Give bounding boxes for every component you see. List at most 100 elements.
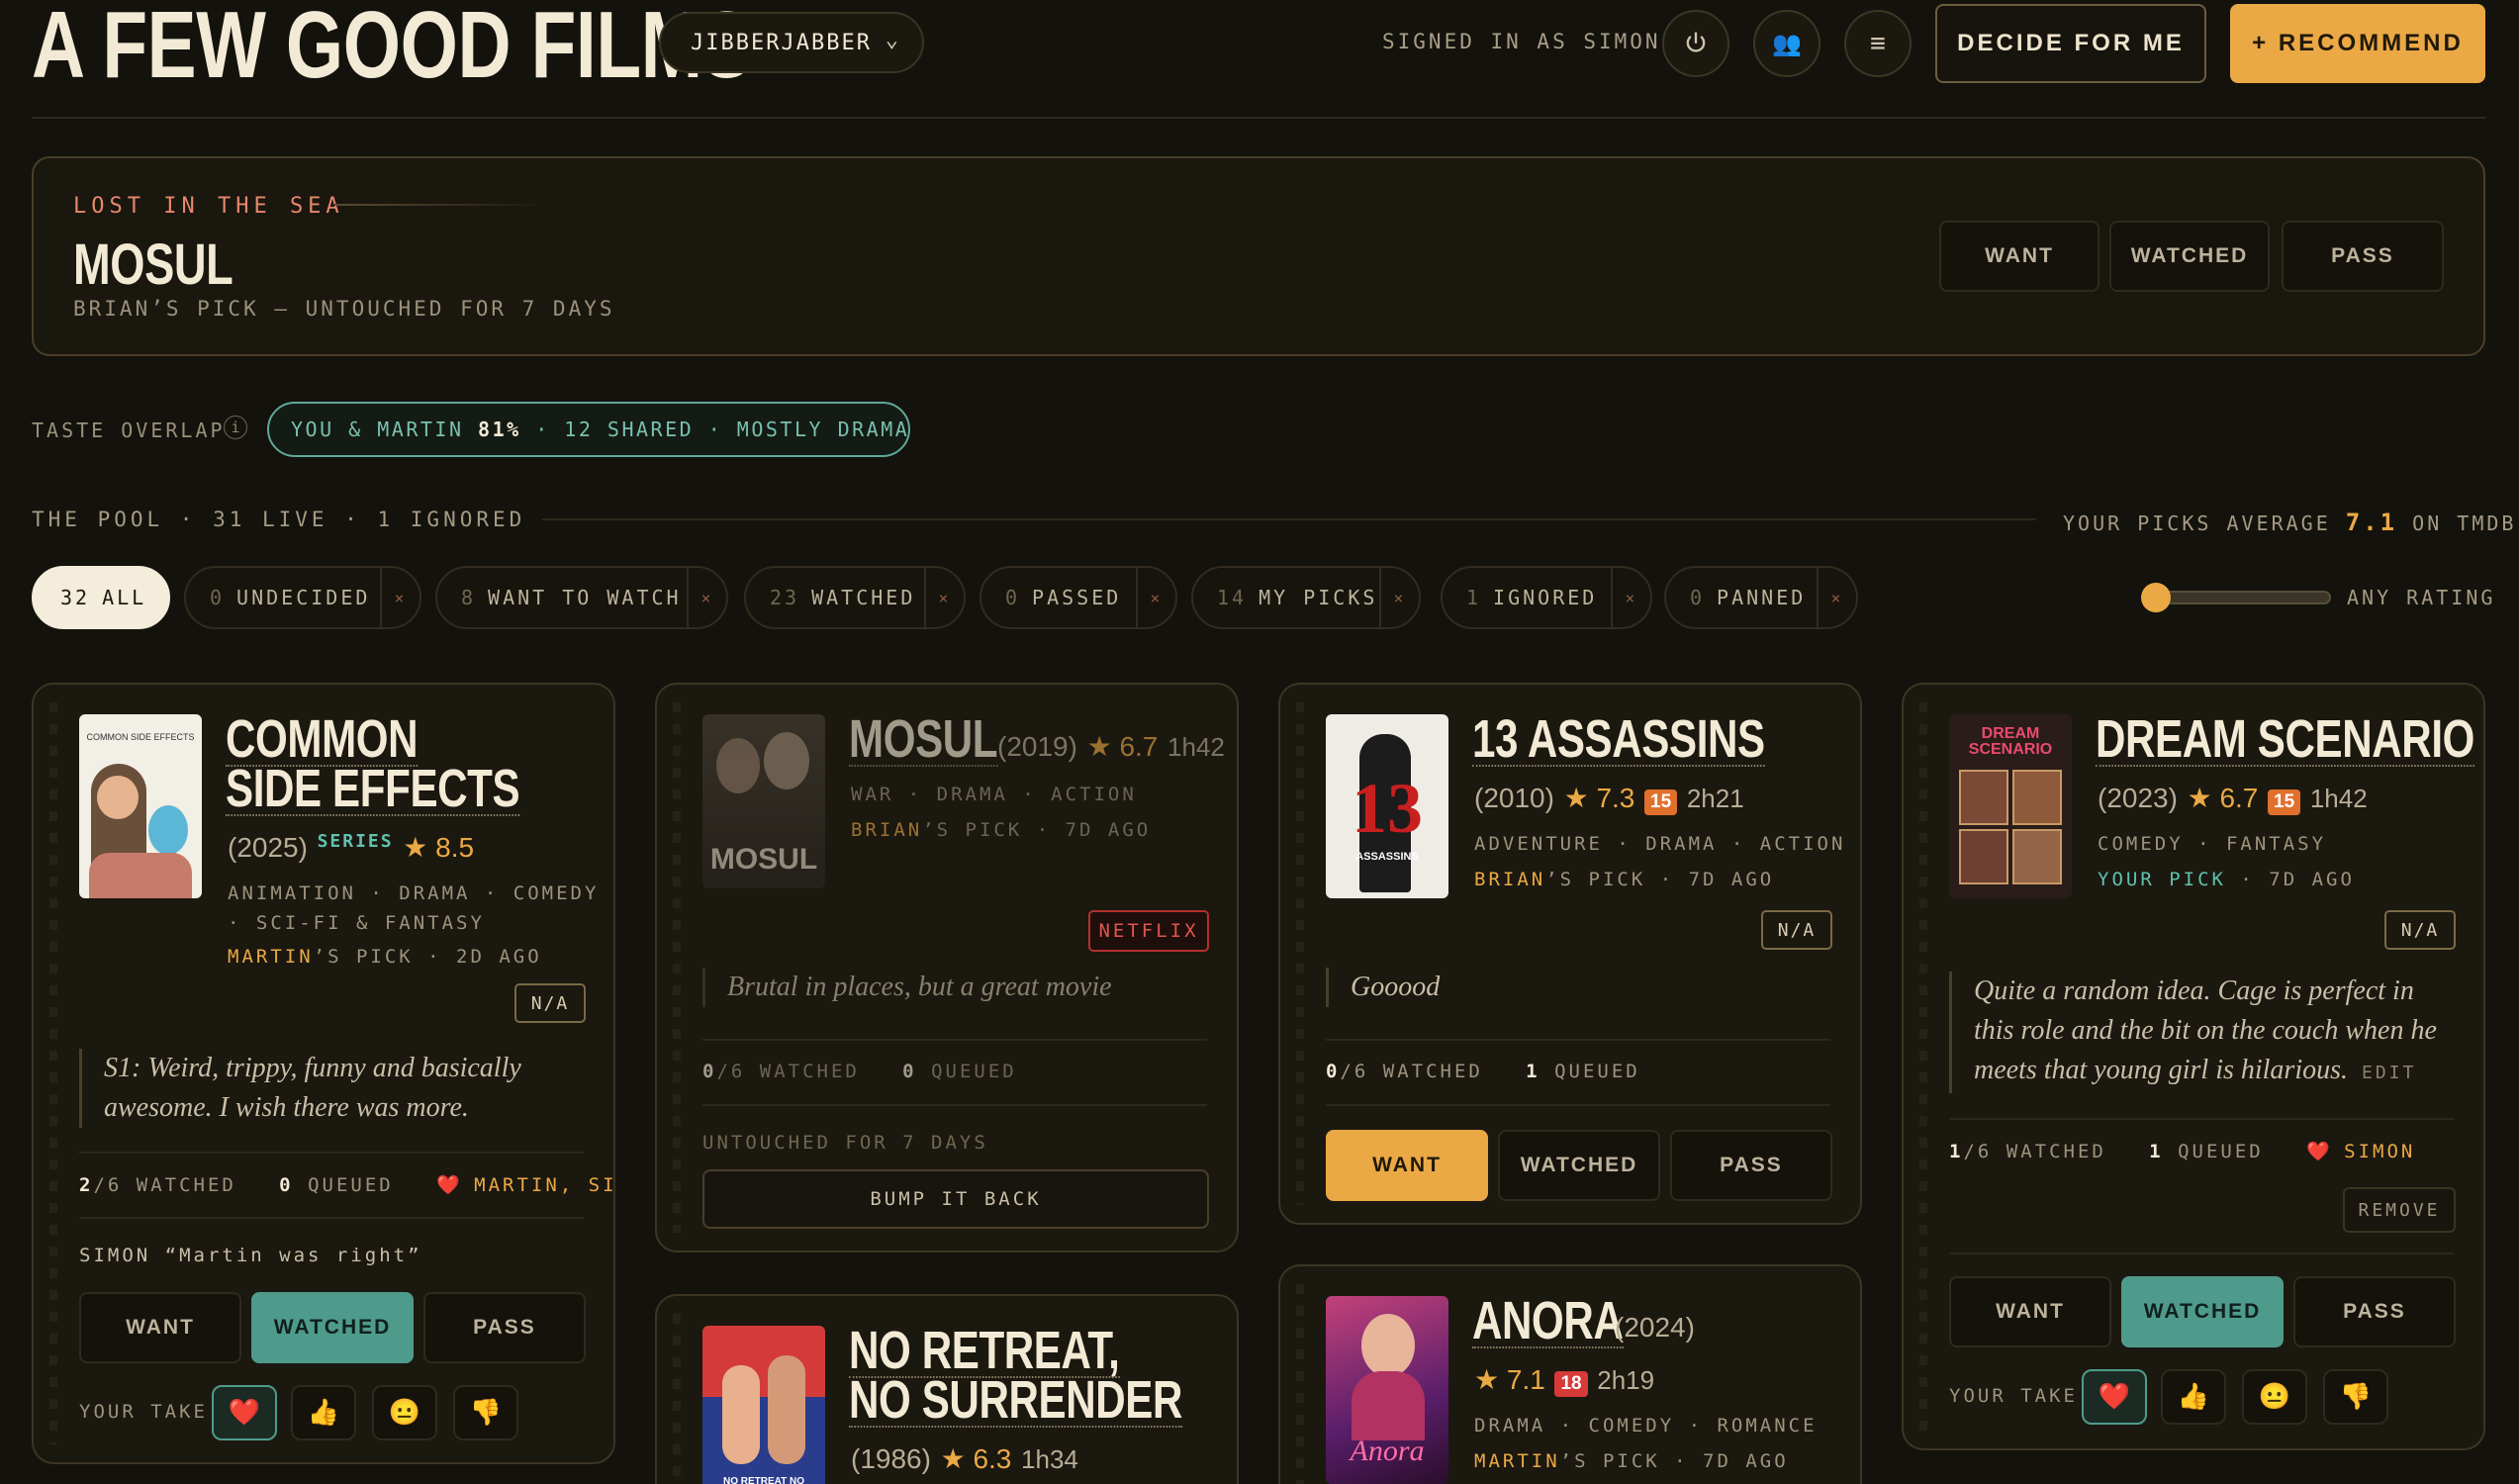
pass-button[interactable]: PASS [1670,1130,1832,1201]
filter-close-icon[interactable]: × [380,568,420,627]
filter-watched[interactable]: 23 WATCHED × [744,566,966,629]
card-meta: (2023) ★ 6.7 15 1h42 [2098,782,2368,815]
picker-rest: ’S PICK · 2D AGO [313,946,542,968]
decide-for-me-button[interactable]: DECIDE FOR ME [1935,4,2206,83]
rating-slider-handle[interactable] [2141,583,2171,612]
queued-count: 1 [1526,1061,1540,1082]
take-like-button[interactable]: 👍 [2161,1369,2226,1425]
age-cert-badge: 18 [1554,1371,1588,1397]
film-card-common-side-effects: COMMON SIDE EFFECTS COMMON SIDE EFFECTS … [32,683,615,1464]
filter-count: 0 [1005,586,1021,609]
queued-count: 0 [902,1061,917,1082]
friends-button[interactable]: 👥 [1753,10,1820,77]
card-title[interactable]: 13 ASSASSINS [1472,712,1765,768]
queued-label: QUEUED [308,1174,394,1196]
filter-passed[interactable]: 0 PASSED × [980,566,1177,629]
card-review: Gooood [1326,968,1820,1007]
card-meta: (2025) SERIES ★ 8.5 [228,831,474,864]
film-card-mosul: MOSUL MOSUL (2019) ★ 6.7 1h42 WAR · DRAM… [655,683,1239,1252]
recommend-button[interactable]: + RECOMMEND [2230,4,2485,83]
bump-it-back-button[interactable]: BUMP IT BACK [702,1169,1209,1229]
avg-value: 7.1 [2345,509,2398,536]
card-title-line2[interactable]: SIDE EFFECTS [226,762,520,817]
pass-button[interactable]: PASS [2293,1276,2456,1347]
filter-all[interactable]: 32 ALL [32,566,170,629]
card-meta: (2010) ★ 7.3 15 2h21 [1474,782,1744,815]
rating-slider-track[interactable] [2145,591,2331,604]
lost-pass-button[interactable]: PASS [2282,221,2444,292]
take-like-button[interactable]: 👍 [291,1385,356,1440]
filter-close-icon[interactable]: × [687,568,726,627]
lovers: MARTIN, SIMON [474,1174,615,1196]
card-title[interactable]: ANORA [1472,1294,1624,1349]
filter-close-icon[interactable]: × [1379,568,1419,627]
filter-ignored[interactable]: 1 IGNORED × [1441,566,1652,629]
filter-close-icon[interactable]: × [1817,568,1856,627]
card-stats: 0/6 WATCHED 0 QUEUED [702,1061,1017,1082]
card-review: Brutal in places, but a great movie [702,968,1197,1007]
card-rating: ★ 6.3 [940,1443,1012,1474]
rating-filter-label: ANY RATING [2347,586,2496,609]
card-genres: COMEDY · FANTASY [2098,833,2327,855]
take-dislike-button[interactable]: 👎 [453,1385,518,1440]
take-meh-button[interactable]: 😐 [372,1385,437,1440]
divider [1326,1039,1830,1041]
watched-button[interactable]: WATCHED [2121,1276,2284,1347]
filter-close-icon[interactable]: × [1136,568,1175,627]
power-button[interactable] [1662,10,1729,77]
film-card-no-retreat: NO RETREAT NO SURRENDER NO RETREAT, NO S… [655,1294,1239,1484]
want-button[interactable]: WANT [1949,1276,2111,1347]
poster-title-text: COMMON SIDE EFFECTS [86,732,195,742]
lost-watched-button[interactable]: WATCHED [2109,221,2270,292]
watched-label: /6 WATCHED [1963,1141,2106,1162]
picker-rest: ’S PICK · 7D AGO [922,819,1152,841]
remove-button[interactable]: REMOVE [2343,1187,2456,1233]
card-title[interactable]: DREAM SCENARIO [2096,712,2474,768]
card-title-line2[interactable]: NO SURRENDER [849,1373,1182,1429]
card-stats: 2/6 WATCHED 0 QUEUED ❤️ MARTIN, SIMON [79,1173,615,1196]
filter-panned[interactable]: 0 PANNED × [1664,566,1858,629]
filter-label: ALL [102,586,147,609]
card-picker: MARTIN’S PICK · 2D AGO [228,946,542,968]
filter-want-to-watch[interactable]: 8 WANT TO WATCH × [435,566,728,629]
group-select[interactable]: JIBBERJABBER ⌄ [659,12,924,73]
take-meh-button[interactable]: 😐 [2242,1369,2307,1425]
watched-button[interactable]: WATCHED [1498,1130,1660,1201]
filter-my-picks[interactable]: 14 MY PICKS × [1191,566,1421,629]
series-badge: SERIES [317,831,394,852]
site-title: A FEW GOOD FILMS [32,0,752,98]
card-genres: ADVENTURE · DRAMA · ACTION [1474,833,1846,855]
lost-kicker: LOST IN THE SEA [73,194,344,219]
people-icon: 👥 [1772,30,1802,57]
menu-button[interactable]: ≡ [1844,10,1912,77]
card-runtime: 1h34 [1021,1444,1078,1474]
taste-overlap-pill[interactable]: YOU & MARTIN 81% · 12 SHARED · MOSTLY DR… [267,402,910,457]
poster-mosul: MOSUL [702,714,825,888]
film-card-13-assassins: 13 ASSASSINS 13 ASSASSINS (2010) ★ 7.3 1… [1278,683,1862,1225]
info-icon[interactable]: i [224,416,247,439]
filter-close-icon[interactable]: × [1611,568,1650,627]
poster-anora: Anora [1326,1296,1448,1484]
lost-want-button[interactable]: WANT [1939,221,2099,292]
filter-undecided[interactable]: 0 UNDECIDED × [184,566,421,629]
heart-icon: ❤️ [2306,1141,2330,1162]
want-button[interactable]: WANT [1326,1130,1488,1201]
card-title[interactable]: MOSUL [849,712,998,768]
card-rating: ★ 7.3 [1563,783,1635,813]
filter-count: 23 [770,586,800,609]
card-meta: (1986) ★ 6.3 1h34 [851,1442,1078,1475]
queued-count: 1 [2149,1141,2164,1162]
take-dislike-button[interactable]: 👎 [2323,1369,2388,1425]
watched-count: 0 [702,1061,717,1082]
edit-review-link[interactable]: EDIT [2362,1063,2416,1083]
filter-count: 8 [461,586,477,609]
want-button[interactable]: WANT [79,1292,241,1363]
card-rating: ★ 8.5 [403,832,475,863]
filter-close-icon[interactable]: × [924,568,964,627]
take-love-button[interactable]: ❤️ [212,1385,277,1440]
take-love-button[interactable]: ❤️ [2082,1369,2147,1425]
pass-button[interactable]: PASS [423,1292,586,1363]
card-genres: ANIMATION · DRAMA · COMEDY [228,882,600,904]
watched-button[interactable]: WATCHED [251,1292,414,1363]
poster-title-text: DREAM SCENARIO [1968,725,2053,758]
